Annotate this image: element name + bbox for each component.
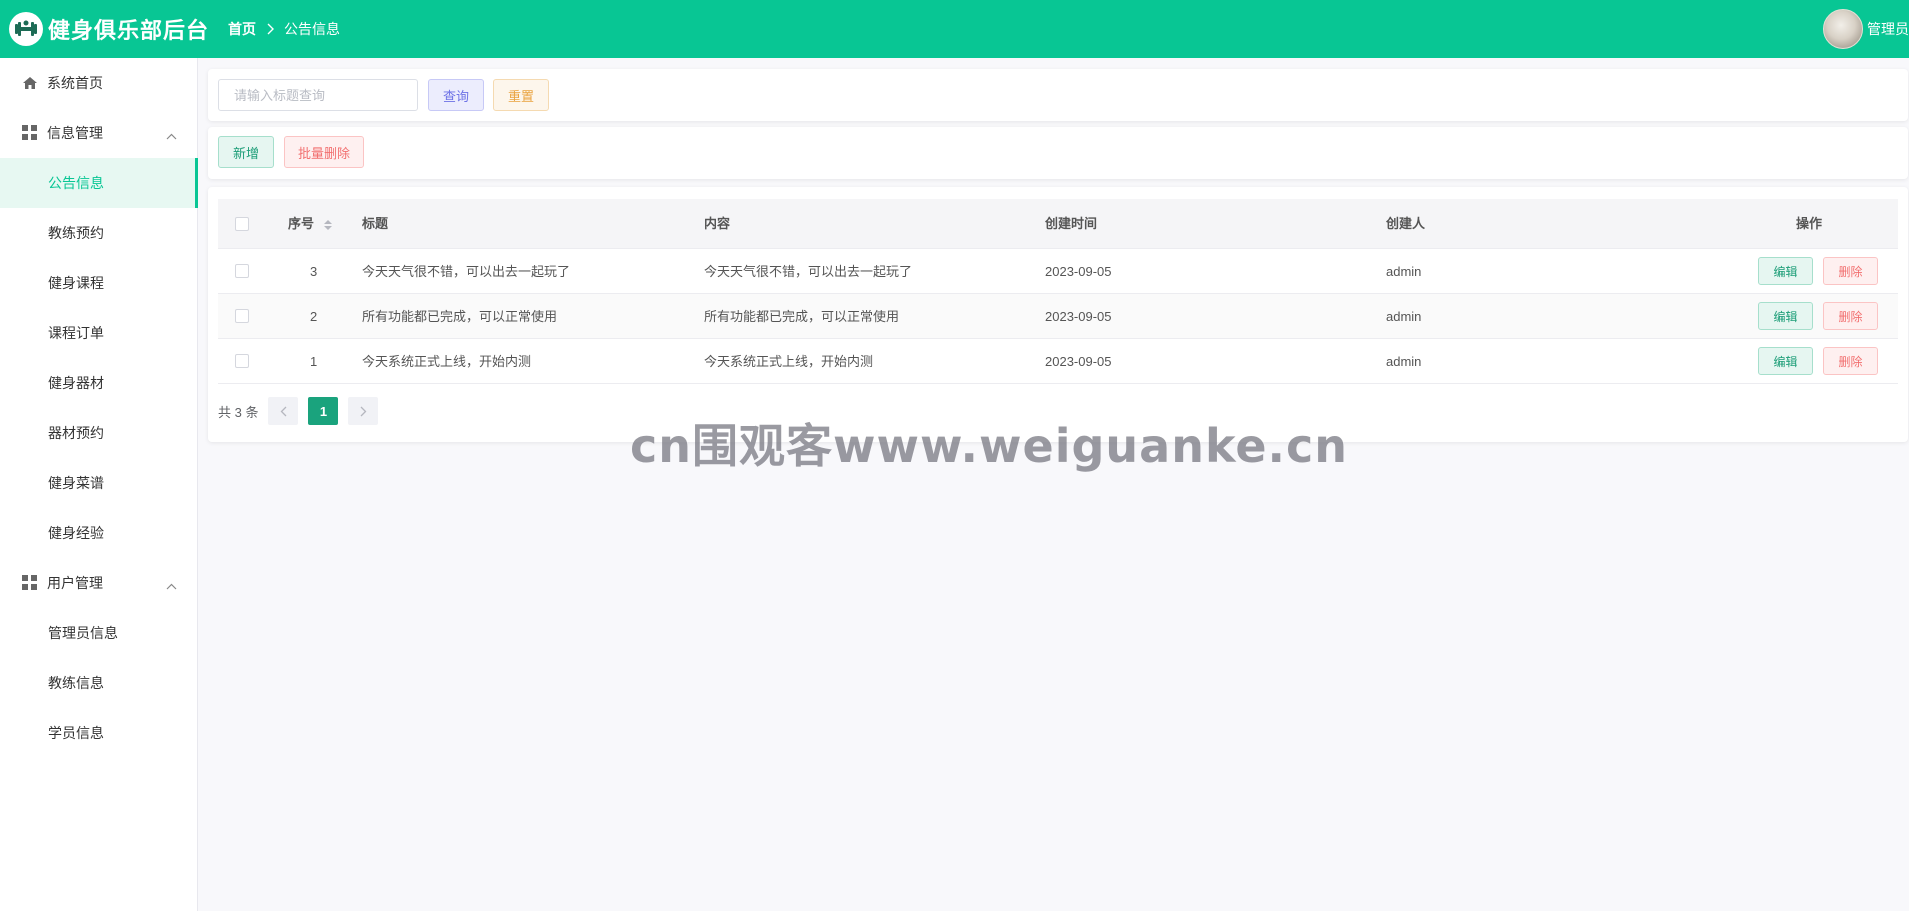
search-input[interactable]	[218, 79, 418, 111]
select-all-checkbox[interactable]	[235, 217, 249, 231]
sidebar-item-label: 健身器材	[48, 375, 104, 391]
next-page-button[interactable]	[348, 397, 379, 425]
sidebar-item-recipes[interactable]: 健身菜谱	[0, 458, 198, 508]
table-row: 2 所有功能都已完成，可以正常使用 所有功能都已完成，可以正常使用 2023-0…	[218, 294, 1898, 339]
watermark: cn围观客www.weiguanke.cn	[630, 419, 1349, 473]
cell-index: 1	[310, 354, 318, 369]
sidebar-item-label: 管理员信息	[48, 625, 118, 641]
chevron-right-icon	[360, 406, 367, 416]
column-header-index[interactable]: 序号	[288, 199, 333, 249]
cell-creator: admin	[1386, 309, 1422, 324]
app-logo[interactable]: 健身俱乐部后台	[9, 12, 209, 46]
sidebar: 系统首页 信息管理 公告信息 教练预约 健身课程 课程订单 健身器材 器材预约 …	[0, 58, 198, 911]
app-title: 健身俱乐部后台	[48, 18, 210, 43]
delete-button[interactable]: 删除	[1823, 257, 1878, 285]
breadcrumb-home[interactable]: 首页	[228, 19, 256, 39]
cell-content: 所有功能都已完成，可以正常使用	[704, 309, 900, 324]
edit-button[interactable]: 编辑	[1758, 347, 1813, 375]
home-icon	[22, 75, 38, 94]
sidebar-item-equipment[interactable]: 健身器材	[0, 358, 198, 408]
sidebar-item-label: 健身经验	[48, 525, 104, 541]
pagination-total: 共 3 条	[218, 404, 259, 420]
table-header: 序号 标题 内容 创建时间 创建人 操作	[218, 199, 1898, 249]
sidebar-item-equipment-booking[interactable]: 器材预约	[0, 408, 198, 458]
sidebar-item-label: 教练信息	[48, 675, 104, 691]
page-number-button[interactable]: 1	[308, 397, 339, 425]
chevron-right-icon	[266, 23, 275, 35]
dumbbell-logo-icon	[9, 12, 43, 46]
column-header-created-at: 创建时间	[1045, 216, 1098, 231]
sidebar-item-students[interactable]: 学员信息	[0, 708, 198, 758]
sidebar-item-label: 系统首页	[47, 75, 103, 91]
breadcrumb: 首页 公告信息	[228, 19, 340, 39]
sidebar-item-admins[interactable]: 管理员信息	[0, 608, 198, 658]
table-row: 1 今天系统正式上线，开始内测 今天系统正式上线，开始内测 2023-09-05…	[218, 339, 1898, 384]
cell-title: 今天系统正式上线，开始内测	[362, 354, 532, 369]
batch-delete-button[interactable]: 批量删除	[284, 136, 364, 168]
table-row: 3 今天天气很不错，可以出去一起玩了 今天天气很不错，可以出去一起玩了 2023…	[218, 249, 1898, 294]
sidebar-item-home[interactable]: 系统首页	[0, 58, 198, 108]
chevron-left-icon	[280, 406, 287, 416]
edit-button[interactable]: 编辑	[1758, 302, 1813, 330]
cell-index: 2	[310, 309, 318, 324]
chevron-up-icon	[166, 577, 177, 593]
cell-content: 今天天气很不错，可以出去一起玩了	[704, 264, 913, 279]
user-name[interactable]: 管理员	[1867, 19, 1909, 39]
sidebar-item-courses[interactable]: 健身课程	[0, 258, 198, 308]
cell-index: 3	[310, 264, 318, 279]
pagination: 共 3 条 1	[218, 397, 388, 425]
grid-icon	[22, 575, 37, 593]
row-checkbox[interactable]	[235, 309, 249, 323]
row-checkbox[interactable]	[235, 354, 249, 368]
sidebar-item-label: 公告信息	[48, 175, 104, 191]
sidebar-item-course-orders[interactable]: 课程订单	[0, 308, 198, 358]
sort-icon[interactable]	[323, 218, 333, 232]
search-card: 查询 重置	[208, 69, 1908, 121]
query-button[interactable]: 查询	[428, 79, 484, 111]
column-header-content: 内容	[704, 216, 731, 231]
toolbar-card: 新增 批量删除	[208, 127, 1908, 179]
grid-icon	[22, 125, 37, 143]
sidebar-group-label: 信息管理	[47, 125, 103, 141]
cell-creator: admin	[1386, 264, 1422, 279]
delete-button[interactable]: 删除	[1823, 347, 1878, 375]
cell-creator: admin	[1386, 354, 1422, 369]
sidebar-item-label: 健身课程	[48, 275, 104, 291]
sidebar-item-coach-booking[interactable]: 教练预约	[0, 208, 198, 258]
sidebar-item-label: 器材预约	[48, 425, 104, 441]
cell-created-at: 2023-09-05	[1045, 264, 1112, 279]
cell-content: 今天系统正式上线，开始内测	[704, 354, 874, 369]
column-header-label: 序号	[288, 216, 315, 231]
sidebar-item-label: 课程订单	[48, 325, 104, 341]
user-menu[interactable]: 管理员	[1823, 9, 1909, 49]
sidebar-item-notice[interactable]: 公告信息	[0, 158, 198, 208]
column-header-creator: 创建人	[1386, 216, 1426, 231]
sidebar-item-label: 健身菜谱	[48, 475, 104, 491]
cell-created-at: 2023-09-05	[1045, 309, 1112, 324]
cell-title: 所有功能都已完成，可以正常使用	[362, 309, 558, 324]
sidebar-group-label: 用户管理	[47, 575, 103, 591]
reset-button[interactable]: 重置	[493, 79, 549, 111]
sidebar-item-experience[interactable]: 健身经验	[0, 508, 198, 558]
cell-created-at: 2023-09-05	[1045, 354, 1112, 369]
sidebar-group-info[interactable]: 信息管理	[0, 108, 198, 158]
sidebar-item-label: 教练预约	[48, 225, 104, 241]
row-checkbox[interactable]	[235, 264, 249, 278]
chevron-up-icon	[166, 127, 177, 143]
add-button[interactable]: 新增	[218, 136, 274, 168]
prev-page-button[interactable]	[268, 397, 299, 425]
breadcrumb-current: 公告信息	[284, 21, 341, 37]
sidebar-group-user[interactable]: 用户管理	[0, 558, 198, 608]
avatar[interactable]	[1823, 9, 1863, 49]
column-header-actions: 操作	[1796, 216, 1823, 231]
edit-button[interactable]: 编辑	[1758, 257, 1813, 285]
delete-button[interactable]: 删除	[1823, 302, 1878, 330]
sidebar-item-label: 学员信息	[48, 725, 104, 741]
sidebar-item-coaches[interactable]: 教练信息	[0, 658, 198, 708]
cell-title: 今天天气很不错，可以出去一起玩了	[362, 264, 571, 279]
column-header-title: 标题	[362, 216, 389, 231]
table-card: 序号 标题 内容 创建时间 创建人 操作 3 今天天气很不错，可以出去一起玩了 …	[208, 187, 1908, 442]
top-header: 健身俱乐部后台 首页 公告信息 管理员	[0, 0, 1909, 58]
